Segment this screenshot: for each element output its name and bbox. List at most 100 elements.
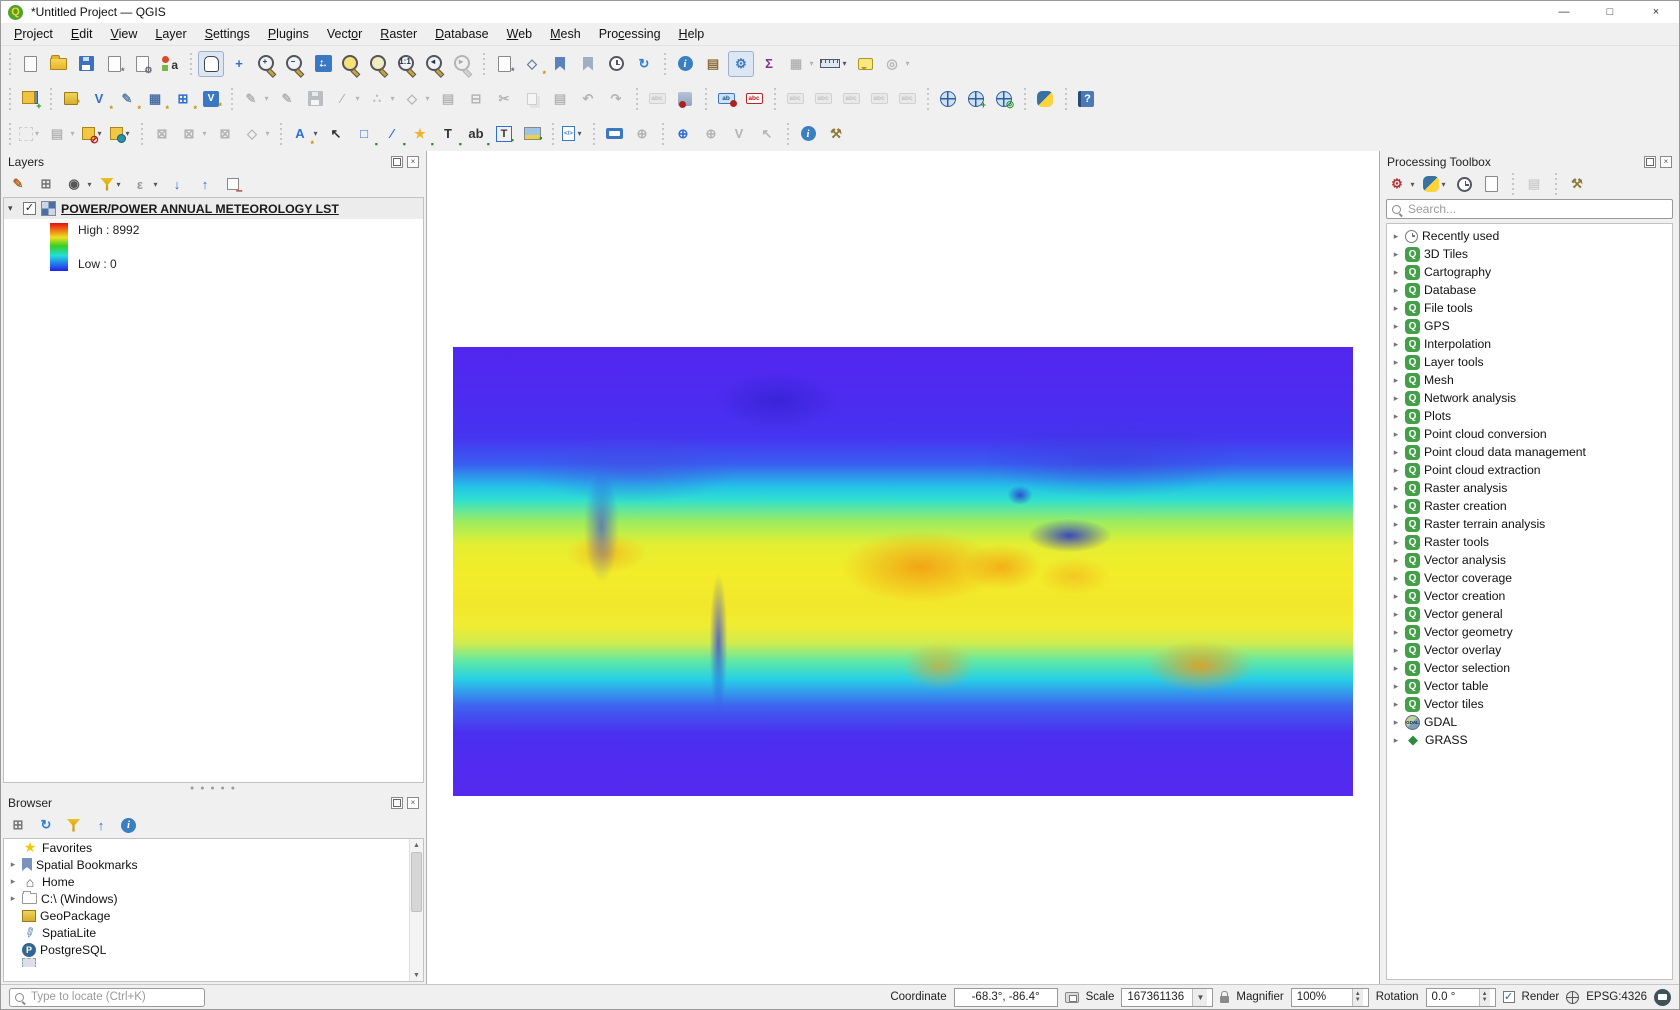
browser-item-geopackage[interactable]: ▸ GeoPackage — [4, 907, 423, 924]
dropdown-arrow-icon[interactable]: ▾ — [200, 129, 209, 138]
delete-selected-button[interactable]: ⊟ — [463, 86, 489, 112]
spinner-arrows-icon[interactable]: ▲ ▼ — [1351, 988, 1363, 1006]
dock-splitter[interactable]: ● ● ● ● ● — [1, 785, 426, 792]
refresh-browser-button[interactable]: ↻ — [34, 814, 58, 837]
expand-arrow-icon[interactable]: ▸ — [1391, 411, 1401, 422]
expand-arrow-icon[interactable]: ▸ — [1391, 447, 1401, 458]
zoom-to-selection-button[interactable] — [338, 51, 364, 77]
minimize-button[interactable]: — — [1541, 1, 1587, 23]
cut-features-button[interactable]: ✂ — [491, 86, 517, 112]
messages-icon[interactable] — [1654, 988, 1671, 1006]
expand-arrow-icon[interactable]: ▸ — [1391, 645, 1401, 656]
expand-arrow-icon[interactable]: ▸ — [1391, 465, 1401, 476]
close-button[interactable]: × — [1633, 1, 1679, 23]
collapse-all-button[interactable]: ↑ — [193, 173, 217, 196]
move-features-button[interactable]: ⊠ — [149, 121, 175, 147]
dropdown-arrow-icon[interactable]: ▾ — [263, 129, 272, 138]
expand-arrow-icon[interactable]: ▸ — [1391, 717, 1401, 728]
python-console-button[interactable] — [1032, 86, 1058, 112]
panel-close-button[interactable]: × — [407, 796, 419, 809]
reshape-features-button[interactable]: ◇ ▾ — [240, 121, 273, 147]
zoom-next-button[interactable]: ▸ — [450, 51, 476, 77]
map-canvas[interactable] — [427, 151, 1379, 984]
edit-in-place-button[interactable]: ▤ — [1522, 173, 1546, 196]
move-label-button[interactable] — [838, 86, 864, 112]
new-shapefile-layer-button[interactable]: V * — [86, 86, 113, 114]
scripts-button[interactable]: ▾ — [1422, 173, 1449, 196]
toolbox-group-cartography[interactable]: ▸ Cartography — [1387, 263, 1672, 281]
layer-row[interactable]: ▾ ✓ POWER/POWER ANNUAL METEOROLOGY LST — [4, 198, 423, 219]
expand-arrow-icon[interactable]: ▸ — [1391, 303, 1401, 314]
epsg-label[interactable]: EPSG:4326 — [1586, 991, 1647, 1003]
add-map-service-button[interactable]: + — [963, 86, 989, 112]
scale-combo[interactable]: 167361136 ▼ — [1121, 987, 1214, 1007]
processing-toolbox-button[interactable]: ⚙ — [728, 50, 754, 77]
search-map-service-button[interactable]: ◎ — [991, 86, 1017, 112]
toolbox-group-point-cloud-data-management[interactable]: ▸ Point cloud data management — [1387, 443, 1672, 461]
browser-item-spatial-bookmarks[interactable]: ▸ Spatial Bookmarks — [4, 856, 423, 873]
magnifier-spinner[interactable]: 100% ▲ ▼ — [1290, 987, 1369, 1007]
panel-float-button[interactable] — [391, 155, 403, 168]
polygon-annotation-button[interactable]: □ ▪ — [351, 121, 378, 149]
toolbox-group-interpolation[interactable]: ▸ Interpolation — [1387, 335, 1672, 353]
filter-browser-button[interactable] — [62, 814, 85, 837]
expand-arrow-icon[interactable]: ▸ — [1391, 339, 1401, 350]
toolbox-group-recently-used[interactable]: ▸ Recently used — [1387, 227, 1672, 245]
toolbox-group-network-analysis[interactable]: ▸ Network analysis — [1387, 389, 1672, 407]
toolbox-group-point-cloud-conversion[interactable]: ▸ Point cloud conversion — [1387, 425, 1672, 443]
expand-arrow-icon[interactable]: ▸ — [8, 876, 18, 887]
help-button[interactable] — [1073, 86, 1099, 112]
extents-icon[interactable] — [1064, 991, 1079, 1003]
dropdown-arrow-icon[interactable]: ▾ — [262, 94, 271, 103]
deselect-features-button[interactable]: ▾ — [80, 121, 106, 147]
maximize-button[interactable]: □ — [1587, 1, 1633, 23]
dropdown-arrow-icon[interactable]: ▾ — [423, 94, 432, 103]
zoom-in-button[interactable]: + — [254, 51, 280, 77]
new-spatialite-layer-button[interactable]: ✎ * — [114, 86, 141, 114]
new-print-layout-button[interactable]: * — [101, 51, 127, 77]
filter-legend-button[interactable]: ▾ — [99, 173, 124, 196]
pan-map-button[interactable] — [198, 50, 224, 77]
marker-annotation-button[interactable]: ★ ▪ — [407, 121, 434, 149]
expand-arrow-icon[interactable]: ▸ — [1391, 627, 1401, 638]
expand-arrow-icon[interactable]: ▸ — [1391, 681, 1401, 692]
change-label-button[interactable] — [894, 86, 920, 112]
toolbox-group-3d-tiles[interactable]: ▸ 3D Tiles — [1387, 245, 1672, 263]
select-annotation-button[interactable]: ↖ — [323, 121, 349, 147]
new-annotation-layer-button[interactable]: A * ▾ — [288, 121, 321, 149]
rect-text-annotation-button[interactable]: T ▪ — [491, 121, 517, 147]
results-viewer-button[interactable] — [1480, 173, 1503, 196]
current-edits-button[interactable]: ✎ ▾ — [239, 86, 272, 112]
run-feature-action-button[interactable]: ◎ ▾ — [880, 51, 913, 77]
toolbox-search-input[interactable] — [1406, 201, 1667, 217]
new-geopackage-layer-button[interactable]: * — [58, 86, 84, 112]
browser-item-home[interactable]: ▸ Home — [4, 873, 423, 890]
toolbox-group-raster-creation[interactable]: ▸ Raster creation — [1387, 497, 1672, 515]
dropdown-arrow-icon[interactable]: ▾ — [1439, 180, 1448, 189]
show-statistics-button[interactable]: Σ — [756, 51, 782, 77]
expand-arrow-icon[interactable]: ▸ — [1391, 393, 1401, 404]
show-spatial-bookmarks-button[interactable] — [575, 51, 601, 77]
vertex-tool-button[interactable]: ◇ ▾ — [400, 86, 433, 112]
toggle-label-visibility-button[interactable] — [810, 86, 836, 112]
toolbox-search-box[interactable] — [1386, 199, 1673, 219]
add-group-button[interactable]: ⊞ — [34, 173, 58, 196]
crs-globe-icon[interactable] — [1566, 990, 1580, 1004]
new-map-view-button[interactable]: * — [491, 51, 517, 77]
toolbox-group-vector-coverage[interactable]: ▸ Vector coverage — [1387, 569, 1672, 587]
coordinate-input[interactable]: -68.3°, -86.4° — [953, 987, 1058, 1007]
zoom-out-button[interactable]: − — [282, 51, 308, 77]
expand-arrow-icon[interactable]: ▸ — [1391, 537, 1401, 548]
toolbox-group-vector-tiles[interactable]: ▸ Vector tiles — [1387, 695, 1672, 713]
digitize-with-shape-button[interactable]: ∴ ▾ — [365, 86, 398, 112]
panel-float-button[interactable] — [391, 796, 403, 809]
layer-diagram-options-button[interactable] — [672, 86, 698, 112]
gps-destination-button[interactable]: ⊕ — [670, 121, 696, 147]
dropdown-arrow-icon[interactable]: ▾ — [1408, 180, 1417, 189]
temporal-controller-button[interactable] — [603, 51, 629, 77]
highlight-pinned-labels-button[interactable] — [782, 86, 808, 112]
scroll-up-icon[interactable]: ▲ — [410, 839, 423, 851]
expand-arrow-icon[interactable]: ▸ — [1391, 249, 1401, 260]
lock-scale-icon[interactable] — [1220, 991, 1230, 1003]
zoom-native-button[interactable]: 1:1 — [394, 51, 420, 77]
